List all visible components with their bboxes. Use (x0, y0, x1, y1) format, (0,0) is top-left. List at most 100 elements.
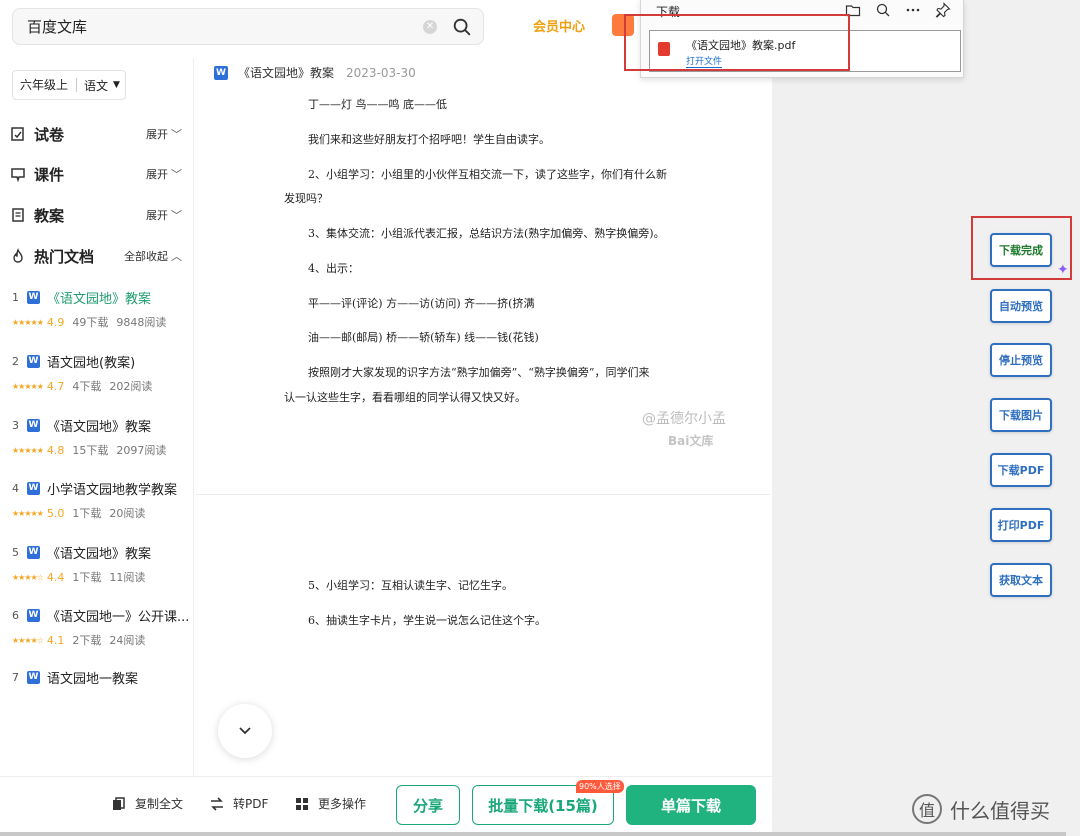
category-label: 试卷 (34, 125, 65, 144)
collapse-toggle[interactable]: 全部收起 ︿ (124, 248, 182, 264)
exam-icon (11, 127, 24, 141)
grid-icon (296, 797, 308, 810)
doc-line: 3、集体交流：小组派代表汇报，总结识方法(熟字加偏旁、熟字换偏旁)。 (308, 227, 665, 240)
category-label: 教案 (34, 206, 65, 225)
download-images-button[interactable]: 下载图片 (990, 398, 1052, 432)
grade-label: 六年级上 (13, 78, 78, 92)
doc-title[interactable]: 《语文园地》教案 (47, 543, 151, 562)
list-item[interactable]: 7 W 语文园地一教案 (12, 668, 192, 687)
category-courseware[interactable]: 课件 展开 ﹀ (10, 162, 182, 186)
rating-stars-icon: ★★★★★ (12, 508, 44, 518)
word-doc-icon: W (214, 65, 228, 80)
document-title: 《语文园地》教案 (238, 66, 335, 80)
word-doc-icon: W (27, 671, 40, 684)
doc-line: 4、出示： (308, 262, 359, 275)
word-doc-icon: W (27, 482, 40, 495)
expand-toggle[interactable]: 展开 ﹀ (146, 166, 182, 182)
doc-line: 6、抽读生字卡片，学生说一说怎么记住这个字。 (308, 614, 546, 627)
courseware-icon (11, 168, 25, 182)
doc-line: 发现吗？ (284, 192, 328, 205)
copy-icon (113, 796, 125, 810)
expand-toggle[interactable]: 展开 ﹀ (146, 207, 182, 223)
search-icon[interactable] (875, 2, 891, 18)
get-text-button[interactable]: 获取文本 (990, 563, 1052, 597)
more-icon[interactable] (905, 2, 921, 18)
batch-badge: 90%人选择 (576, 780, 624, 793)
auto-preview-button[interactable]: 自动预览 (990, 289, 1052, 323)
list-item[interactable]: 3 W 《语文园地》教案 ★★★★★ 4.8 15下载 2097阅读 (12, 416, 192, 458)
rating-stars-icon: ★★★★★ (12, 381, 44, 391)
sparkle-icon: ✦ (1057, 262, 1069, 278)
doc-line: 2、小组学习：小组里的小伙伴互相交流一下，读了这些字，你们有什么新 (308, 168, 667, 181)
document-date: 2023-03-30 (346, 65, 416, 80)
doc-line: 认一认这些生字，看看哪组的同学认得又快又好。 (284, 391, 526, 404)
stop-preview-button[interactable]: 停止预览 (990, 343, 1052, 377)
print-pdf-button[interactable]: 打印PDF (990, 508, 1052, 542)
hot-icon (13, 248, 23, 263)
search-bar[interactable]: 百度文库 ✕ (12, 8, 484, 45)
scroll-down-button[interactable] (218, 704, 272, 758)
to-pdf-button[interactable]: 转PDF (210, 795, 268, 812)
expand-toggle[interactable]: 展开 ﹀ (146, 126, 182, 142)
list-item[interactable]: 1 W 《语文园地》教案 ★★★★★ 4.9 49下载 9848阅读 (12, 288, 192, 330)
doc-title[interactable]: 语文园地(教案) (47, 352, 135, 371)
lesson-plan-icon (12, 208, 24, 222)
word-doc-icon: W (27, 291, 40, 304)
brand-watermark: 值 什么值得买 (912, 794, 1050, 824)
category-lesson-plan[interactable]: 教案 展开 ﹀ (10, 203, 182, 227)
brand-name: 什么值得买 (950, 798, 1050, 823)
search-input[interactable]: 百度文库 (27, 16, 423, 37)
vip-center-link[interactable]: 会员中心 (533, 16, 585, 35)
rating-stars-icon: ★★★★☆ (12, 635, 44, 645)
list-item[interactable]: 6 W 《语文园地一》公开课... ★★★★☆ 4.1 2下载 24阅读 (12, 606, 192, 648)
page-divider (196, 494, 770, 495)
doc-title[interactable]: 《语文园地一》公开课... (47, 606, 189, 625)
single-download-button[interactable]: 单篇下载 (626, 785, 756, 825)
clear-icon[interactable]: ✕ (423, 19, 437, 34)
download-pdf-button[interactable]: 下载PDF (990, 453, 1052, 487)
list-item[interactable]: 4 W 小学语文园地教学教案 ★★★★★ 5.0 1下载 20阅读 (12, 479, 192, 521)
highlight-box (624, 14, 850, 71)
watermark-logo: Bai文库 (668, 434, 714, 448)
word-doc-icon: W (27, 355, 40, 368)
pin-icon[interactable] (935, 2, 951, 18)
watermark: @孟德尔小孟 (642, 411, 726, 427)
doc-line: 丁——灯 鸟——鸣 底——低 (308, 98, 447, 111)
word-doc-icon: W (27, 546, 40, 559)
list-item[interactable]: 5 W 《语文园地》教案 ★★★★☆ 4.4 1下载 11阅读 (12, 543, 192, 585)
share-button[interactable]: 分享 (396, 785, 460, 825)
bottom-toolbar: 复制全文 转PDF 更多操作 分享 批量下载(15篇) 90%人选择 单篇下载 (0, 776, 772, 834)
doc-title[interactable]: 小学语文园地教学教案 (47, 479, 177, 498)
category-label: 课件 (34, 165, 65, 184)
rating-stars-icon: ★★★★☆ (12, 572, 44, 582)
subject-label: 语文 (84, 78, 109, 93)
doc-line: 平——评(评论) 方——访(访问) 齐——挤(挤满 (308, 297, 535, 310)
doc-title[interactable]: 语文园地一教案 (47, 668, 138, 687)
download-complete-button[interactable]: 下载完成 (990, 233, 1052, 267)
doc-title[interactable]: 《语文园地》教案 (47, 416, 151, 435)
document-header: W 《语文园地》教案 2023-03-30 (214, 64, 416, 81)
copy-all-button[interactable]: 复制全文 (112, 795, 183, 812)
category-exam[interactable]: 试卷 展开 ﹀ (10, 122, 182, 146)
brand-logo-icon: 值 (912, 794, 942, 824)
list-item[interactable]: 2 W 语文园地(教案) ★★★★★ 4.7 4下载 202阅读 (12, 352, 192, 394)
sidebar: 六年级上 语文 ▼ 试卷 展开 ﹀ 课件 展开 ﹀ 教案 展开 ﹀ 热门文档 全部收起… (0, 58, 194, 776)
grade-selector[interactable]: 六年级上 语文 ▼ (12, 70, 126, 100)
word-doc-icon: W (27, 609, 40, 622)
rating-stars-icon: ★★★★★ (12, 445, 44, 455)
search-icon[interactable] (451, 16, 473, 38)
doc-line: 油——邮(邮局) 桥——轿(轿车) 线——钱(花钱) (308, 331, 539, 344)
word-doc-icon: W (27, 419, 40, 432)
rating-stars-icon: ★★★★★ (12, 317, 44, 327)
horizontal-scrollbar[interactable] (0, 832, 1066, 836)
doc-line: 按照刚才大家发现的识字方法“熟字加偏旁”、“熟字换偏旁”，同学们来 (308, 366, 650, 379)
doc-line: 5、小组学习：互相认读生字、记忆生字。 (308, 579, 513, 592)
category-label: 热门文档 (34, 247, 95, 266)
chevron-down-icon (239, 727, 251, 735)
category-hot-docs[interactable]: 热门文档 全部收起 ︿ (10, 244, 182, 268)
convert-icon (211, 796, 223, 811)
dropdown-arrow-icon: ▼ (113, 80, 120, 90)
more-actions-button[interactable]: 更多操作 (295, 795, 366, 812)
doc-title[interactable]: 《语文园地》教案 (47, 288, 151, 307)
doc-line: 我们来和这些好朋友打个招呼吧！学生自由读字。 (308, 133, 550, 146)
